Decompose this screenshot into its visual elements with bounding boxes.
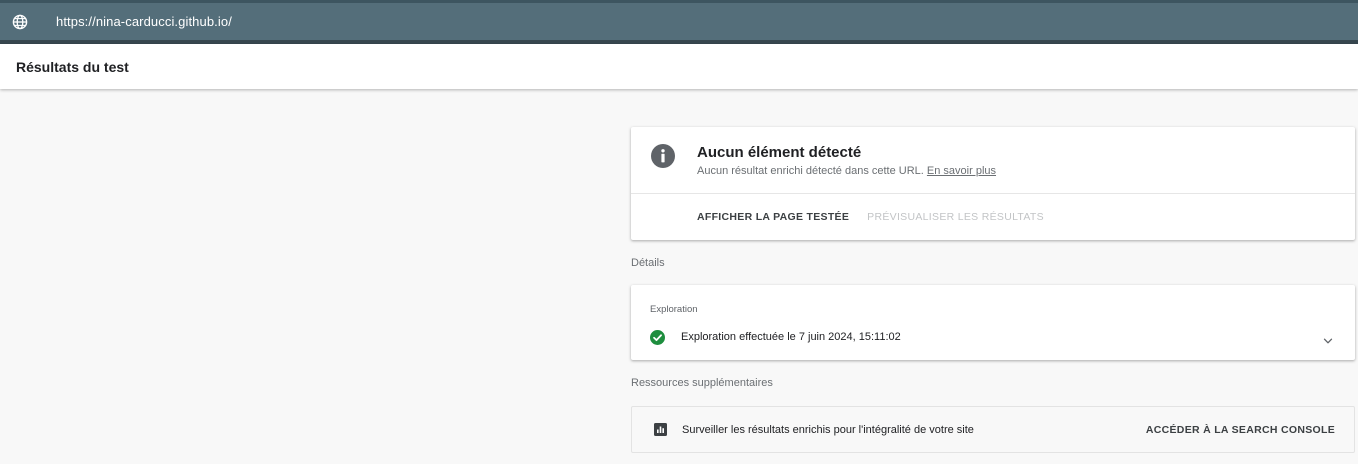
resources-text: Surveiller les résultats enrichis pour l… [682,423,974,436]
info-icon [651,144,675,168]
search-console-button[interactable]: ACCÉDER À LA SEARCH CONSOLE [1146,424,1335,436]
resources-label: Ressources supplémentaires [631,377,773,389]
check-circle-icon [650,330,665,345]
chevron-down-icon[interactable] [1323,333,1333,344]
exploration-label: Exploration [650,304,698,315]
page-title: Résultats du test [16,58,129,75]
preview-results-button[interactable]: PRÉVISUALISER LES RÉSULTATS [867,211,1044,223]
result-card: Aucun élément détecté Aucun résultat enr… [631,127,1355,240]
show-tested-page-button[interactable]: AFFICHER LA PAGE TESTÉE [697,211,849,223]
tested-url: https://nina-carducci.github.io/ [56,14,232,29]
resources-row: Surveiller les résultats enrichis pour l… [631,406,1355,453]
result-title: Aucun élément détecté [697,144,862,161]
details-label: Détails [631,256,665,269]
url-bar: https://nina-carducci.github.io/ [0,0,1358,44]
result-subtitle-text: Aucun résultat enrichi détecté dans cett… [697,165,924,177]
result-actions: AFFICHER LA PAGE TESTÉE PRÉVISUALISER LE… [631,194,1355,239]
result-subtitle: Aucun résultat enrichi détecté dans cett… [697,165,996,177]
globe-icon [12,14,28,30]
learn-more-link[interactable]: En savoir plus [927,165,996,177]
main-content: Aucun élément détecté Aucun résultat enr… [631,127,1355,453]
exploration-status: Exploration effectuée le 7 juin 2024, 15… [681,331,901,343]
result-summary: Aucun élément détecté Aucun résultat enr… [631,127,1355,194]
chart-icon [654,423,667,436]
page-header: Résultats du test [0,44,1358,89]
exploration-card[interactable]: Exploration Exploration effectuée le 7 j… [631,285,1355,360]
